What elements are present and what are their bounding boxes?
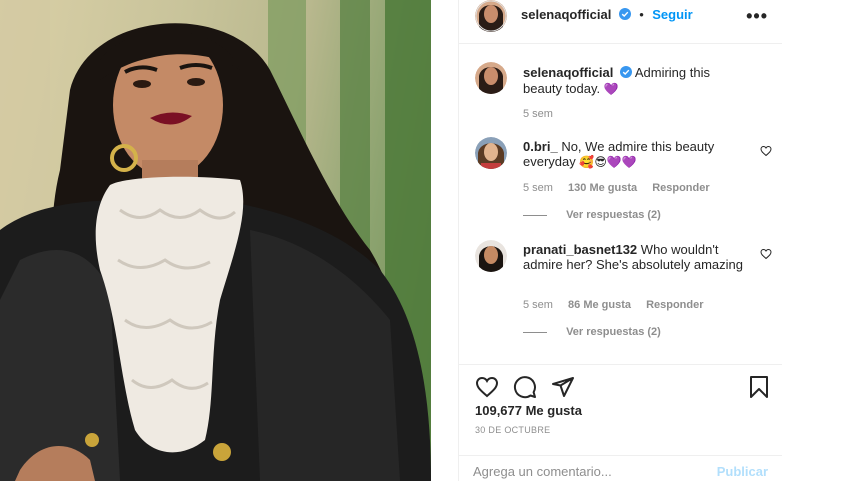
comment-username[interactable]: pranati_basnet132 xyxy=(523,242,637,257)
commenter-avatar[interactable] xyxy=(475,137,507,169)
bookmark-icon[interactable] xyxy=(747,375,771,399)
author-line: selenaqofficial • Seguir xyxy=(521,6,693,24)
publish-button[interactable]: Publicar xyxy=(717,464,768,479)
caption-meta: 5 sem xyxy=(523,107,565,122)
comment-emoji: 🥰😎💜💜 xyxy=(579,155,637,169)
avatar-image xyxy=(475,0,507,32)
post-sidebar: selenaqofficial • Seguir ••• selenaqoffi… xyxy=(458,0,782,481)
comment-item: pranati_basnet132 Who wouldn't admire he… xyxy=(475,240,772,340)
post-header: selenaqofficial • Seguir ••• xyxy=(459,0,782,44)
caption-time: 5 sem xyxy=(523,108,553,120)
comment-like-heart-icon[interactable] xyxy=(760,145,772,157)
comment-like-heart-icon[interactable] xyxy=(760,248,772,260)
view-replies-link[interactable]: Ver respuestas (2) xyxy=(523,208,661,223)
replies-divider-line xyxy=(523,214,547,216)
replies-divider-line xyxy=(523,331,547,333)
comment-icon[interactable] xyxy=(513,375,537,399)
comment-text-block: pranati_basnet132 Who wouldn't admire he… xyxy=(523,242,743,272)
heart-icon[interactable] xyxy=(475,375,499,399)
verified-badge-icon xyxy=(618,8,631,20)
comment-item: 0.bri_ No, We admire this beauty everyda… xyxy=(475,137,772,227)
author-avatar[interactable] xyxy=(475,0,507,32)
avatar-image xyxy=(475,240,507,272)
reply-button[interactable]: Responder xyxy=(652,182,709,194)
comment-time: 5 sem xyxy=(523,299,553,311)
reply-button[interactable]: Responder xyxy=(646,299,703,311)
comment-likes-count[interactable]: 86 Me gusta xyxy=(568,299,631,311)
caption-avatar[interactable] xyxy=(475,62,507,94)
caption-emoji: 💜 xyxy=(603,82,619,96)
comment-meta: 5 sem 86 Me gusta Responder xyxy=(523,298,716,313)
comment-text-block: 0.bri_ No, We admire this beauty everyda… xyxy=(523,139,743,170)
comment-time: 5 sem xyxy=(523,182,553,194)
add-comment-bar: Publicar xyxy=(459,455,782,482)
likes-count[interactable]: 109,677 Me gusta xyxy=(475,403,582,418)
follow-button[interactable]: Seguir xyxy=(652,7,692,22)
avatar-image xyxy=(475,137,507,169)
avatar-image xyxy=(475,62,507,94)
instagram-post: selenaqofficial • Seguir ••• selenaqoffi… xyxy=(0,0,782,481)
post-caption: selenaqofficial Admiring this beauty tod… xyxy=(475,62,755,122)
caption-text-block: selenaqofficial Admiring this beauty tod… xyxy=(523,65,743,97)
view-replies-label: Ver respuestas (2) xyxy=(566,209,661,221)
separator-dot: • xyxy=(639,7,644,22)
post-photo[interactable] xyxy=(0,0,431,481)
comment-likes-count[interactable]: 130 Me gusta xyxy=(568,182,637,194)
post-actions-section: 109,677 Me gusta 30 DE OCTUBRE Publicar xyxy=(459,364,782,481)
more-options-icon[interactable]: ••• xyxy=(746,6,768,27)
view-replies-label: Ver respuestas (2) xyxy=(566,326,661,338)
author-username[interactable]: selenaqofficial xyxy=(521,7,611,22)
comment-meta: 5 sem 130 Me gusta Responder xyxy=(523,181,722,196)
paper-plane-icon[interactable] xyxy=(551,375,575,399)
comment-username[interactable]: 0.bri_ xyxy=(523,139,558,154)
comment-input[interactable] xyxy=(473,464,703,479)
caption-username[interactable]: selenaqofficial xyxy=(523,65,613,80)
post-date: 30 DE OCTUBRE xyxy=(475,425,551,435)
verified-badge-icon xyxy=(619,66,632,78)
view-replies-link[interactable]: Ver respuestas (2) xyxy=(523,325,661,340)
commenter-avatar[interactable] xyxy=(475,240,507,272)
portrait-illustration xyxy=(0,0,431,481)
